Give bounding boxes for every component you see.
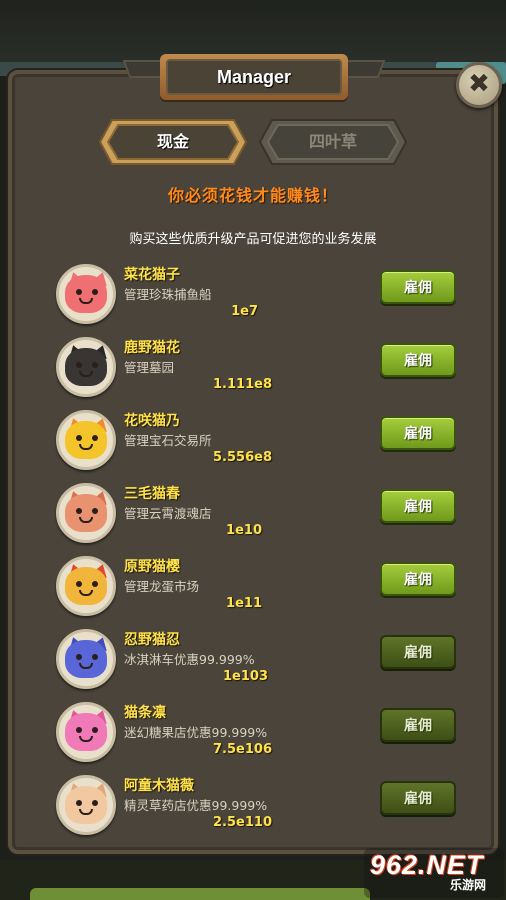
cat-eye-right: [92, 435, 98, 441]
hire-button[interactable]: 雇佣: [380, 416, 456, 450]
cat-face: [65, 421, 107, 459]
manager-name: 鹿野猫花: [124, 340, 180, 356]
hire-button[interactable]: 雇佣: [380, 270, 456, 304]
manager-cost: 7.5e106: [213, 742, 272, 757]
manager-name: 猫条凛: [124, 705, 166, 721]
cat-face: [65, 567, 107, 605]
manager-cost: 1e7: [231, 304, 258, 319]
manager-desc: 管理墓园: [124, 360, 175, 375]
manager-row: 鹿野猫花管理墓园 1.111e8 雇佣: [56, 337, 466, 401]
cat-face: [65, 640, 107, 678]
manager-row: 三毛猫春管理云霄渡魂店 1e10 雇佣: [56, 483, 466, 547]
tab-clover-label: 四叶草: [308, 132, 357, 151]
cat-avatar: [56, 337, 116, 397]
cat-eye-left: [76, 435, 82, 441]
manager-row: 花咲猫乃管理宝石交易所 5.556e8 雇佣: [56, 410, 466, 474]
headline: 你必须花钱才能赚钱！: [167, 186, 338, 205]
manager-row: 原野猫樱管理龙蛋市场 1e11 雇佣: [56, 556, 466, 620]
hire-button[interactable]: 雇佣: [380, 343, 456, 377]
manager-desc: 精灵草药店优惠99.999%: [124, 798, 268, 813]
cat-avatar: [56, 702, 116, 762]
cat-eye-left: [76, 362, 82, 368]
cat-eye-right: [92, 727, 98, 733]
manager-name: 花咲猫乃: [124, 413, 180, 429]
cat-avatar: [56, 775, 116, 835]
tab-cash-label: 现金: [156, 132, 189, 151]
hire-button[interactable]: 雇佣: [380, 635, 456, 669]
cat-eye-left: [76, 289, 82, 295]
cat-avatar: [56, 264, 116, 324]
manager-desc: 管理宝石交易所: [124, 433, 212, 448]
cat-eye-right: [92, 289, 98, 295]
close-icon: ✖: [468, 69, 490, 99]
close-button[interactable]: ✖: [456, 62, 502, 108]
cat-eye-left: [76, 654, 82, 660]
manager-desc: 迷幻糖果店优惠99.999%: [124, 725, 268, 740]
watermark-sub: 乐游网: [450, 878, 487, 892]
manager-row: 阿童木猫薇精灵草药店优惠99.999% 2.5e110 雇佣: [56, 775, 466, 839]
hire-button[interactable]: 雇佣: [380, 489, 456, 523]
manager-desc: 管理云霄渡魂店: [124, 506, 212, 521]
manager-name: 菜花猫子: [124, 267, 180, 283]
manager-row: 猫条凛迷幻糖果店优惠99.999% 7.5e106 雇佣: [56, 702, 466, 766]
cat-eye-left: [76, 581, 82, 587]
hire-button[interactable]: 雇佣: [380, 708, 456, 742]
cat-face: [65, 786, 107, 824]
manager-desc: 冰淇淋车优惠99.999%: [124, 652, 255, 667]
background-bottom-bar: [30, 888, 370, 900]
manager-name: 原野猫樱: [124, 559, 180, 575]
cat-face: [65, 713, 107, 751]
cat-eye-right: [92, 508, 98, 514]
cat-face: [65, 494, 107, 532]
cat-eye-right: [92, 581, 98, 587]
manager-desc: 管理珍珠捕鱼船: [124, 287, 212, 302]
cat-eye-left: [76, 508, 82, 514]
cat-eye-right: [92, 362, 98, 368]
tab-clover[interactable]: 四叶草: [258, 118, 408, 166]
manager-name: 三毛猫春: [124, 486, 180, 502]
cat-avatar: [56, 556, 116, 616]
cat-avatar: [56, 410, 116, 470]
manager-cost: 2.5e110: [213, 815, 272, 830]
cat-face: [65, 348, 107, 386]
manager-cost: 5.556e8: [213, 450, 272, 465]
manager-desc: 管理龙蛋市场: [124, 579, 200, 594]
hire-button[interactable]: 雇佣: [380, 562, 456, 596]
cat-avatar: [56, 483, 116, 543]
manager-cost: 1e11: [226, 596, 262, 611]
hire-button[interactable]: 雇佣: [380, 781, 456, 815]
cat-eye-left: [76, 727, 82, 733]
manager-name: 阿童木猫薇: [124, 778, 194, 794]
cat-eye-right: [92, 654, 98, 660]
cat-avatar: [56, 629, 116, 689]
panel-title: Manager: [216, 67, 292, 87]
cat-eye-left: [76, 800, 82, 806]
cat-face: [65, 275, 107, 313]
manager-row: 忍野猫忍冰淇淋车优惠99.999% 1e103 雇佣: [56, 629, 466, 693]
manager-cost: 1e103: [223, 669, 268, 684]
manager-row: 菜花猫子管理珍珠捕鱼船 1e7 雇佣: [56, 264, 466, 328]
tab-cash[interactable]: 现金: [98, 118, 248, 166]
manager-name: 忍野猫忍: [124, 632, 180, 648]
manager-cost: 1.111e8: [213, 377, 272, 392]
subline: 购买这些优质升级产品可促进您的业务发展: [129, 232, 377, 247]
cat-eye-right: [92, 800, 98, 806]
manager-cost: 1e10: [226, 523, 262, 538]
